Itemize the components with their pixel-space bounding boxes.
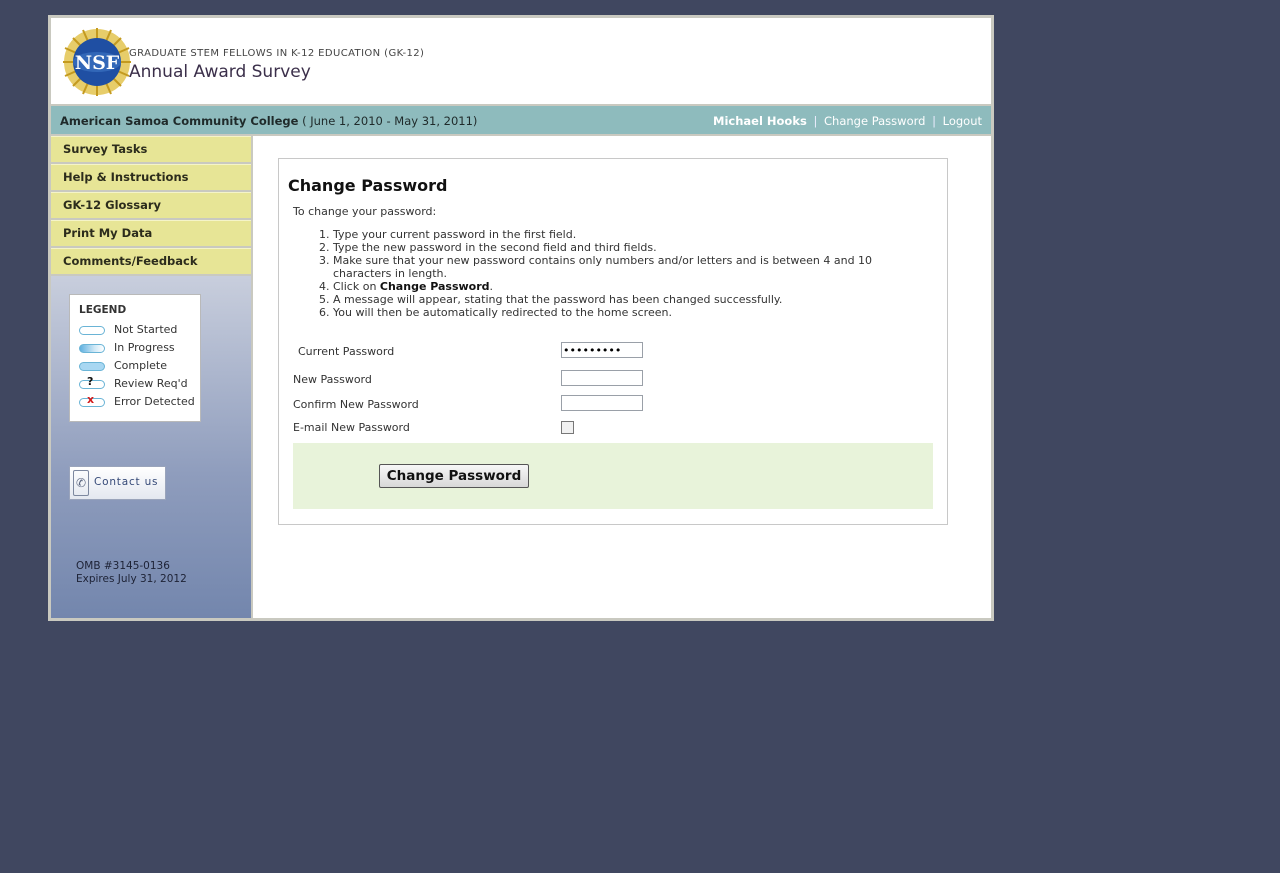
award-info: American Samoa Community College ( June … <box>60 114 477 128</box>
change-password-button[interactable]: Change Password <box>379 464 529 488</box>
instructions-intro: To change your password: <box>293 205 437 218</box>
list-item: Click on Change Password. <box>333 280 933 293</box>
list-item: You will then be automatically redirecte… <box>333 306 933 319</box>
logo-text: NSF <box>75 52 120 74</box>
legend-title: LEGEND <box>79 304 127 316</box>
action-bar: Change Password <box>293 443 933 509</box>
institution-name: American Samoa Community College <box>60 114 299 128</box>
status-in-progress-icon <box>79 344 105 353</box>
current-password-label: Current Password <box>298 345 395 358</box>
email-password-label: E-mail New Password <box>293 421 410 434</box>
nav-glossary[interactable]: GK-12 Glossary <box>51 192 251 220</box>
phone-icon: ✆ <box>73 470 89 496</box>
separator: | <box>813 114 818 128</box>
page-header: NSF GRADUATE STEM FELLOWS IN K-12 EDUCAT… <box>51 18 991 104</box>
email-password-checkbox[interactable] <box>561 421 574 434</box>
status-complete-icon <box>79 362 105 371</box>
list-item: Type your current password in the first … <box>333 228 933 241</box>
list-item: Make sure that your new password contain… <box>333 254 933 280</box>
new-password-label: New Password <box>293 373 372 386</box>
user-links: Michael Hooks | Change Password | Logout <box>713 114 982 128</box>
info-bar: American Samoa Community College ( June … <box>51 106 991 136</box>
omb-info: OMB #3145-0136 Expires July 31, 2012 <box>76 560 187 586</box>
nsf-logo-icon: NSF <box>63 28 131 96</box>
instruction-steps: Type your current password in the first … <box>293 228 933 319</box>
confirm-password-label: Confirm New Password <box>293 398 419 411</box>
panel-heading: Change Password <box>288 176 448 195</box>
survey-window: NSF GRADUATE STEM FELLOWS IN K-12 EDUCAT… <box>48 15 994 621</box>
nav-comments-feedback[interactable]: Comments/Feedback <box>51 248 251 276</box>
confirm-password-field[interactable] <box>561 395 643 411</box>
contact-us-button[interactable]: ✆ Contact us <box>69 466 166 500</box>
current-password-field[interactable] <box>561 342 643 358</box>
nav-survey-tasks[interactable]: Survey Tasks <box>51 136 251 164</box>
logout-link[interactable]: Logout <box>943 114 982 128</box>
award-period: ( June 1, 2010 - May 31, 2011) <box>298 114 478 128</box>
legend-box: LEGEND Not Started In Progress Complete … <box>69 294 201 422</box>
program-subtitle: GRADUATE STEM FELLOWS IN K-12 EDUCATION … <box>129 48 425 59</box>
nav-print-my-data[interactable]: Print My Data <box>51 220 251 248</box>
change-password-panel: Change Password To change your password:… <box>278 158 948 525</box>
error-x-icon: x <box>87 393 95 406</box>
separator: | <box>932 114 936 128</box>
contact-us-label: Contact us <box>94 476 159 488</box>
change-password-link[interactable]: Change Password <box>824 114 925 128</box>
status-not-started-icon <box>79 326 105 335</box>
user-name: Michael Hooks <box>713 114 807 128</box>
page-title: Annual Award Survey <box>129 62 311 82</box>
omb-expiration: Expires July 31, 2012 <box>76 573 187 585</box>
list-item: A message will appear, stating that the … <box>333 293 933 306</box>
new-password-field[interactable] <box>561 370 643 386</box>
question-mark-icon: ? <box>87 375 94 388</box>
nav-help-instructions[interactable]: Help & Instructions <box>51 164 251 192</box>
omb-number: OMB #3145-0136 <box>76 560 170 572</box>
list-item: Type the new password in the second fiel… <box>333 241 933 254</box>
sidebar: Survey Tasks Help & Instructions GK-12 G… <box>51 136 253 618</box>
